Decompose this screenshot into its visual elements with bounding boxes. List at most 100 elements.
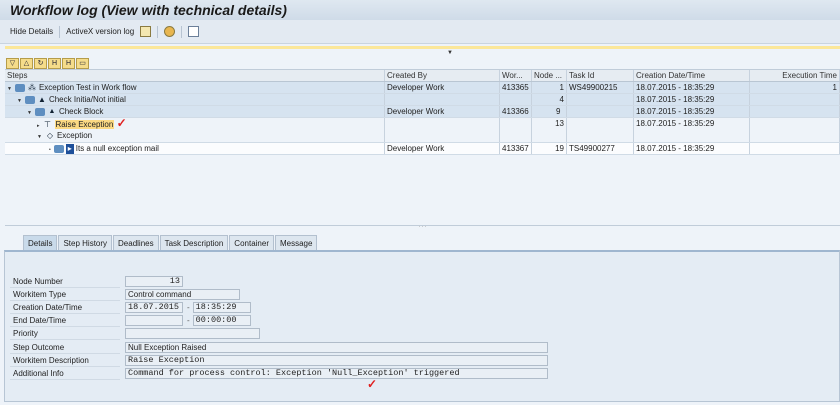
col-task-id[interactable]: Task Id — [567, 70, 634, 81]
creation: 18.07.2015 - 18:35:29 — [634, 82, 750, 93]
node: 13 — [532, 118, 567, 142]
separator — [181, 25, 183, 38]
execution — [750, 118, 840, 142]
execution — [750, 106, 840, 117]
node: 4 — [532, 94, 567, 105]
creation: 18.07.2015 - 18:35:29 — [634, 94, 750, 105]
created-by — [385, 94, 500, 105]
task-id: TS49900277 — [567, 143, 634, 154]
creation-date-field[interactable]: 18.07.2015 — [125, 302, 183, 313]
execution — [750, 94, 840, 105]
tab-details[interactable]: Details — [23, 235, 58, 250]
message-bar — [5, 46, 840, 49]
creation: 18.07.2015 - 18:35:29 — [634, 106, 750, 117]
hide-details-button[interactable]: Hide Details — [10, 27, 53, 36]
activex-version-log-button[interactable]: ActiveX version log — [66, 27, 134, 36]
col-execution[interactable]: Execution Time — [750, 70, 840, 81]
table-row[interactable]: • ▸ Its a null exception mail Developer Wo… — [5, 143, 840, 155]
node: 19 — [532, 143, 567, 154]
annotation-checkmark: ✓ — [116, 116, 127, 130]
col-created-by[interactable]: Created By — [385, 70, 500, 81]
workitem-icon — [53, 144, 64, 153]
step-name: Its a null exception mail — [75, 144, 159, 153]
end-time-field[interactable]: 00:00:00 — [192, 315, 251, 326]
created-by: Developer Work — [385, 82, 500, 93]
task-id — [567, 106, 634, 117]
execution — [750, 143, 840, 154]
step-outcome-field[interactable]: Null Exception Raised — [125, 342, 548, 353]
col-steps[interactable]: Steps — [5, 70, 385, 81]
detail-tabs: Details Step History Deadlines Task Desc… — [23, 235, 318, 250]
step-name-selected[interactable]: Raise Exception — [54, 120, 115, 129]
separator — [157, 25, 159, 38]
workitem-type-field[interactable]: Control command — [125, 289, 240, 300]
step-name: Exception Test in Work flow — [38, 83, 137, 92]
node-number-label: Node Number — [10, 275, 120, 288]
priority-field[interactable] — [125, 328, 260, 339]
workitem-icon — [34, 107, 45, 116]
expand-icon[interactable] — [188, 26, 200, 37]
collapse-icon[interactable]: ▼ — [27, 110, 32, 116]
col-node[interactable]: Node ... — [532, 70, 567, 81]
expand-all-icon[interactable]: ▽ — [6, 58, 19, 69]
annotation-checkmark: ✓ — [367, 377, 378, 391]
workitem-id: 413367 — [500, 143, 532, 154]
col-creation[interactable]: Creation Date/Time — [634, 70, 750, 81]
col-workitem[interactable]: Wor... — [500, 70, 532, 81]
collapse-icon[interactable]: ▼ — [37, 134, 42, 140]
end-datetime-label: End Date/Time — [10, 314, 120, 327]
collapse-icon[interactable]: ▼ — [7, 86, 12, 92]
created-by: Developer Work — [385, 106, 500, 117]
find-icon[interactable]: H — [48, 58, 61, 69]
workflow-icon: ⁂ — [27, 82, 36, 92]
workitem-description-label: Workitem Description — [10, 354, 120, 367]
node-number-field[interactable]: 13 — [125, 276, 183, 287]
workitem-id: 413365 — [500, 82, 532, 93]
bullet-icon: ▸ — [37, 123, 40, 129]
grid-header: Steps Created By Wor... Node ... Task Id… — [5, 70, 840, 82]
print-icon[interactable]: ▭ — [76, 58, 89, 69]
details-panel: Node Number 13 Workitem Type Control comma… — [4, 250, 840, 402]
table-row[interactable]: ▼ ⁂ Exception Test in Work flow Developer … — [5, 82, 840, 94]
splitter[interactable]: · · · — [5, 225, 840, 230]
refresh-icon[interactable]: ↻ — [34, 58, 47, 69]
node: 1 — [532, 82, 567, 93]
additional-info-label: Additional Info — [10, 367, 120, 380]
task-id — [567, 94, 634, 105]
table-row[interactable]: ▸ ⊤ Raise Exception ✓ ▼ ◇ Exception 13 18.07… — [5, 116, 840, 143]
find-next-icon[interactable]: H — [62, 58, 75, 69]
creation-time-field[interactable]: 18:35:29 — [192, 302, 251, 313]
tab-message[interactable]: Message — [274, 235, 318, 250]
collapse-icon[interactable]: ▼ — [17, 98, 22, 104]
step-name: Check Initia/Not initial — [48, 95, 126, 104]
additional-info-field[interactable]: Command for process control: Exception '… — [125, 368, 548, 379]
agent-icon[interactable] — [164, 26, 176, 37]
tab-deadlines[interactable]: Deadlines — [113, 235, 159, 250]
workitem-id — [500, 118, 532, 142]
workitem-type-label: Workitem Type — [10, 288, 120, 301]
tab-container[interactable]: Container — [229, 235, 274, 250]
node: 9 — [532, 106, 567, 117]
mail-step-icon: ▸ — [65, 143, 74, 154]
tab-task-description[interactable]: Task Description — [159, 235, 229, 250]
graphic-icon[interactable] — [140, 26, 152, 37]
creation: 18.07.2015 - 18:35:29 — [634, 143, 750, 154]
workitem-description-field[interactable]: Raise Exception — [125, 355, 548, 366]
collapse-all-icon[interactable]: △ — [20, 58, 33, 69]
table-row[interactable]: ▼ ▲ Check Initia/Not initial 4 18.07.2015 … — [5, 94, 840, 106]
creation: 18.07.2015 - 18:35:29 — [634, 118, 750, 142]
creation-datetime-label: Creation Date/Time — [10, 301, 120, 314]
exception-icon: ◇ — [46, 130, 54, 140]
control-command-icon: ⊤ — [44, 119, 51, 129]
end-date-field[interactable] — [125, 315, 183, 326]
workitem-id — [500, 94, 532, 105]
steps-tree-grid: Steps Created By Wor... Node ... Task Id… — [5, 69, 840, 225]
tab-step-history[interactable]: Step History — [58, 235, 113, 250]
workitem-icon — [24, 95, 35, 104]
collapse-arrow-icon[interactable]: ▼ — [447, 50, 453, 56]
tree-toolbar: ▽ △ ↻ H H ▭ — [6, 58, 89, 69]
created-by: Developer Work — [385, 143, 500, 154]
workitem-icon — [14, 83, 25, 92]
table-row[interactable]: ▼ ▲ Check Block Developer Work 413366 9 18… — [5, 106, 840, 118]
bullet-icon: • — [49, 147, 51, 153]
